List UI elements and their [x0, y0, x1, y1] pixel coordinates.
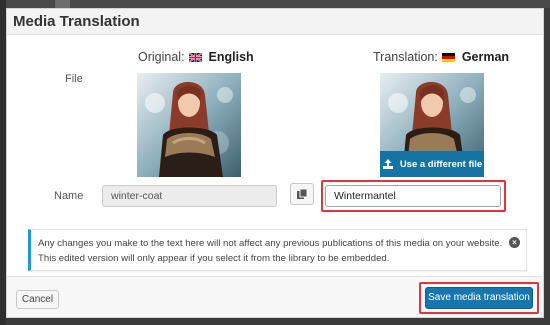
- dismiss-icon[interactable]: ×: [509, 237, 520, 248]
- use-different-file-label: Use a different file: [399, 158, 483, 170]
- copy-to-translation-button[interactable]: [290, 183, 314, 205]
- use-different-file-button[interactable]: Use a different file: [380, 151, 484, 177]
- page-backdrop: [0, 0, 550, 8]
- uk-flag-icon: [189, 53, 203, 62]
- translation-column-heading: Translation: German: [373, 50, 509, 64]
- edit-notice: Any changes you make to the text here wi…: [28, 229, 527, 271]
- translation-prefix: Translation:: [373, 50, 438, 64]
- save-media-translation-button[interactable]: Save media translation: [425, 287, 533, 309]
- translated-name-input[interactable]: [325, 185, 501, 207]
- upload-icon: [382, 159, 393, 169]
- notice-line-1: Any changes you make to the text here wi…: [38, 238, 503, 249]
- original-column-heading: Original: English: [138, 50, 254, 64]
- original-prefix: Original:: [138, 50, 185, 64]
- original-image: [137, 73, 241, 177]
- dialog-footer: Cancel Save media translation: [7, 276, 543, 317]
- media-translation-dialog: Media Translation Original: English Tran…: [6, 8, 544, 318]
- dialog-title: Media Translation: [13, 13, 140, 30]
- cancel-button[interactable]: Cancel: [16, 290, 59, 309]
- dialog-header: Media Translation: [7, 9, 543, 35]
- germany-flag-icon: [442, 53, 456, 62]
- notice-line-2: This edited version will only appear if …: [38, 253, 390, 264]
- name-label: Name: [54, 190, 84, 202]
- original-name-field: winter-coat: [102, 185, 277, 207]
- file-label: File: [65, 73, 83, 85]
- original-language: English: [208, 50, 254, 64]
- translation-language: German: [461, 50, 510, 64]
- backdrop-thumbnail: [55, 0, 70, 8]
- copy-icon: [297, 188, 308, 199]
